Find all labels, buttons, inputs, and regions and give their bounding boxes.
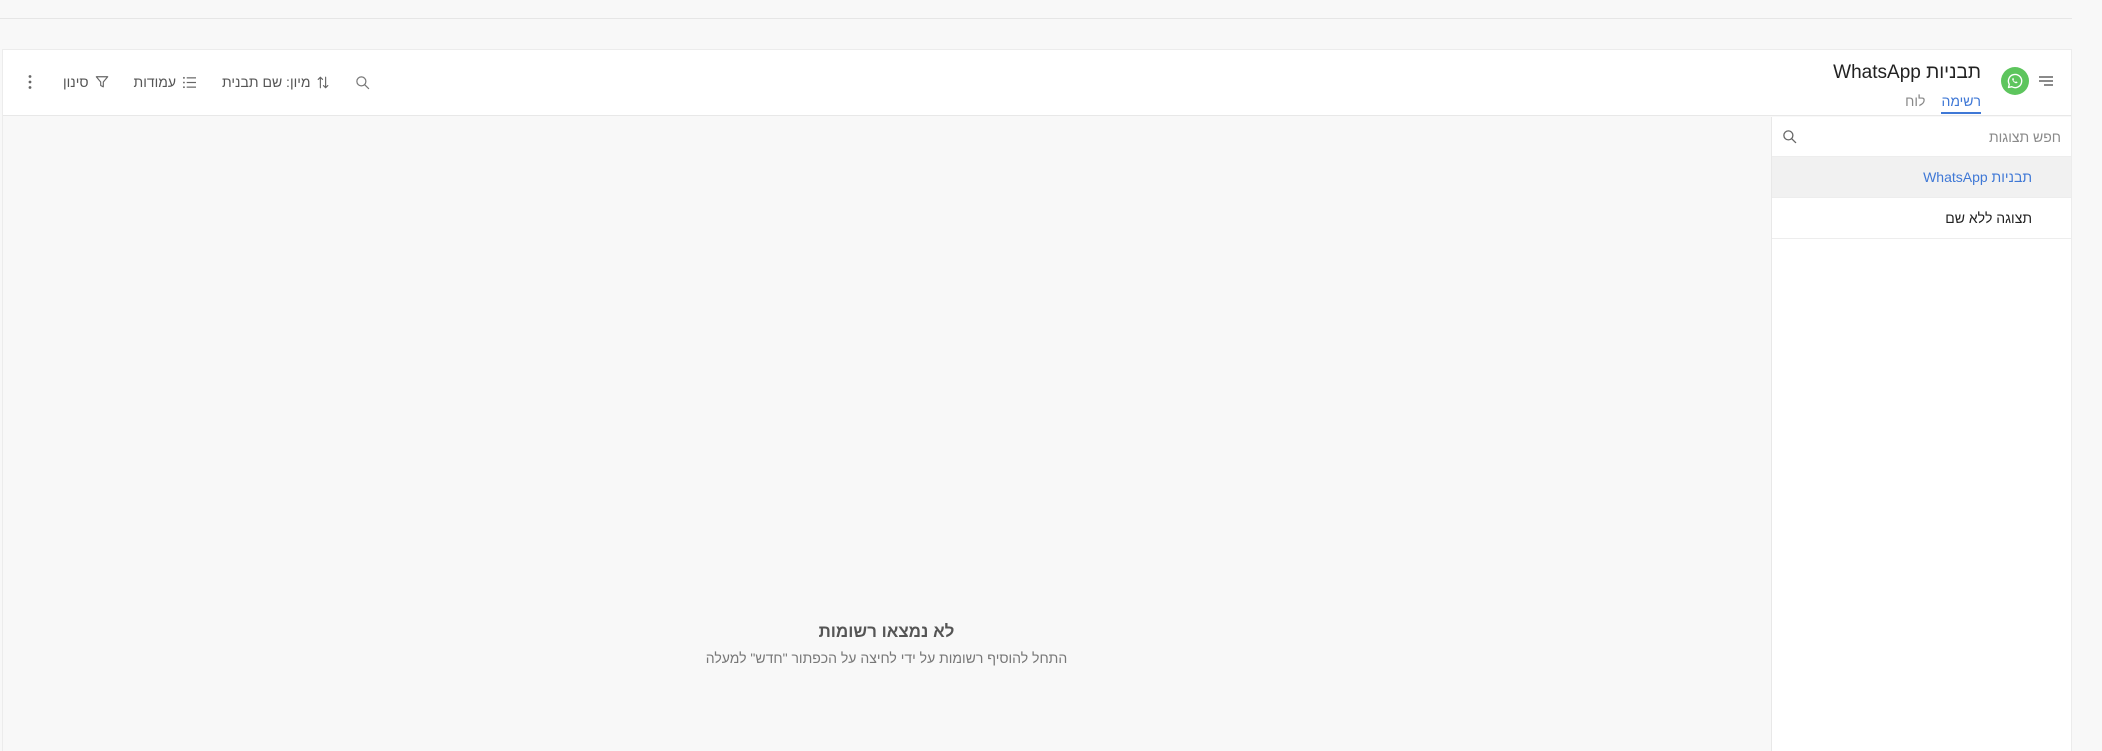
top-divider	[0, 18, 2072, 19]
page-title: תבניות WhatsApp	[1833, 62, 1981, 83]
sidebar-item-whatsapp-templates[interactable]: תבניות WhatsApp	[1772, 157, 2071, 198]
views-search-input[interactable]	[1821, 125, 2061, 149]
menu-lines-icon[interactable]	[2039, 76, 2053, 86]
more-options-button[interactable]	[27, 74, 33, 90]
whatsapp-icon	[2001, 67, 2029, 95]
vertical-dots-icon	[28, 75, 32, 89]
sort-arrows-icon	[318, 76, 329, 88]
list-icon	[183, 76, 197, 88]
filter-button[interactable]: סינון	[63, 74, 109, 90]
view-tabs: רשימה לוח	[1905, 93, 1981, 114]
tab-list[interactable]: רשימה	[1941, 93, 1981, 114]
main-panel: תבניות WhatsApp רשימה לוח סינון עמודות מ…	[2, 49, 2072, 751]
views-search	[1772, 117, 2071, 157]
funnel-icon	[95, 76, 108, 88]
empty-state: לא נמצאו רשומות התחל להוסיף רשומות על יד…	[3, 622, 1770, 666]
search-button[interactable]	[355, 75, 370, 90]
empty-state-subtitle: התחל להוסיף רשומות על ידי לחיצה על הכפתו…	[705, 650, 1068, 666]
empty-state-title: לא נמצאו רשומות	[818, 622, 955, 641]
search-icon	[356, 75, 370, 89]
toolbar: סינון עמודות מיון: שם תבנית	[27, 74, 370, 90]
page-header: תבניות WhatsApp רשימה לוח סינון עמודות מ…	[3, 50, 2071, 116]
tab-board[interactable]: לוח	[1905, 93, 1925, 114]
sort-label: מיון: שם תבנית	[222, 74, 311, 90]
sort-button[interactable]: מיון: שם תבנית	[222, 74, 330, 90]
filter-label: סינון	[63, 74, 89, 90]
sidebar-item-untitled-view[interactable]: תצוגה ללא שם	[1772, 198, 2071, 239]
search-icon[interactable]	[1782, 129, 1797, 144]
views-sidebar: תבניות WhatsApp תצוגה ללא שם	[1771, 117, 2071, 751]
columns-button[interactable]: עמודות	[134, 74, 197, 90]
columns-label: עמודות	[133, 74, 177, 90]
